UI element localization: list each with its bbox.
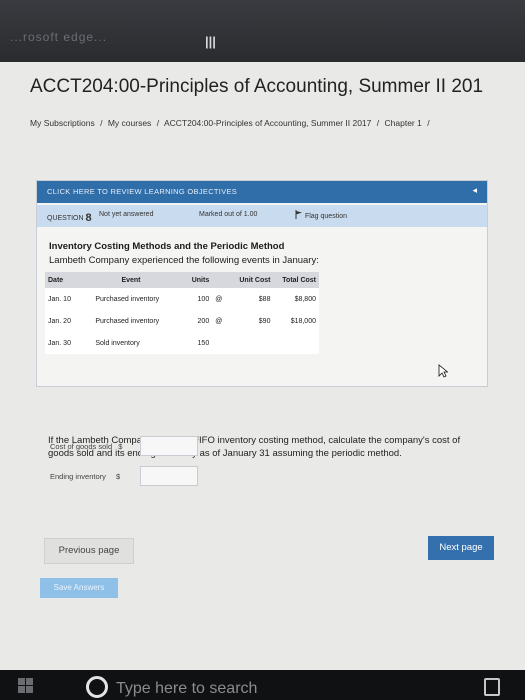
cell-unit-cost: $90 xyxy=(231,310,274,332)
breadcrumb-my-courses[interactable]: My courses xyxy=(108,118,151,128)
breadcrumb-separator: / xyxy=(100,118,103,128)
breadcrumb-separator: / xyxy=(427,118,430,128)
cell-event: Purchased inventory xyxy=(92,288,170,310)
cell-unit-cost: $88 xyxy=(231,288,274,310)
events-table: Date Event Units Unit Cost Total Cost Ja… xyxy=(45,272,319,354)
browser-top-bar: ...rosoft edge... ||| xyxy=(0,0,525,62)
taskbar-search[interactable]: Type here to search xyxy=(80,674,310,698)
cell-at xyxy=(212,332,232,354)
cogs-label: Cost of goods sold $ xyxy=(50,442,122,451)
breadcrumb-course[interactable]: ACCT204:00-Principles of Accounting, Sum… xyxy=(164,118,371,128)
cogs-input[interactable] xyxy=(140,436,198,456)
breadcrumb-my-subscriptions[interactable]: My Subscriptions xyxy=(30,118,95,128)
table-row: Jan. 10 Purchased inventory 100 @ $88 $8… xyxy=(45,288,319,310)
breadcrumb-chapter[interactable]: Chapter 1 xyxy=(385,118,422,128)
collapse-icon[interactable]: ◂ xyxy=(472,185,477,196)
table-header-row: Date Event Units Unit Cost Total Cost xyxy=(45,272,319,288)
cell-units: 200 xyxy=(169,310,213,332)
flag-question-button[interactable]: Flag question xyxy=(295,210,347,220)
cogs-label-text: Cost of goods sold xyxy=(50,442,113,451)
header-units: Units xyxy=(169,272,213,288)
cell-total-cost xyxy=(273,332,319,354)
header-event: Event xyxy=(92,272,170,288)
learning-objectives-link[interactable]: CLICK HERE TO REVIEW LEARNING OBJECTIVES xyxy=(47,187,237,196)
tray-icon[interactable] xyxy=(484,678,500,696)
flag-icon xyxy=(295,210,302,219)
next-page-button[interactable]: Next page xyxy=(428,536,494,560)
question-label-text: QUESTION xyxy=(47,215,84,222)
cell-units: 100 xyxy=(169,288,213,310)
cursor-icon xyxy=(438,364,448,378)
page-content: ACCT204:00-Principles of Accounting, Sum… xyxy=(0,62,525,670)
cell-at: @ xyxy=(212,288,232,310)
problem-title: Inventory Costing Methods and the Period… xyxy=(49,241,285,252)
cell-date: Jan. 20 xyxy=(45,310,93,332)
cell-total-cost: $8,800 xyxy=(273,288,319,310)
cell-unit-cost xyxy=(231,332,274,354)
flag-question-label: Flag question xyxy=(304,213,347,220)
currency-symbol: $ xyxy=(118,442,123,451)
cell-total-cost: $18,000 xyxy=(273,310,319,332)
menu-icon[interactable]: ||| xyxy=(205,34,216,49)
ending-inventory-label-text: Ending inventory xyxy=(50,472,106,481)
breadcrumb-separator: / xyxy=(156,118,160,128)
table-row: Jan. 20 Purchased inventory 200 @ $90 $1… xyxy=(45,310,319,332)
header-total-cost: Total Cost xyxy=(273,272,319,288)
save-answers-button[interactable]: Save Answers xyxy=(40,578,118,598)
header-spacer xyxy=(212,272,232,288)
breadcrumb: My Subscriptions / My courses / ACCT204:… xyxy=(30,118,433,128)
cell-units: 150 xyxy=(169,332,213,354)
question-number: 8 xyxy=(85,212,92,224)
previous-page-button[interactable]: Previous page xyxy=(44,538,134,564)
cell-event: Purchased inventory xyxy=(92,310,170,332)
currency-symbol: $ xyxy=(115,472,121,481)
ending-inventory-label: Ending inventory $ xyxy=(50,472,120,481)
header-date: Date xyxy=(45,272,93,288)
question-info-bar: QUESTION 8 Not yet answered Marked out o… xyxy=(37,205,487,227)
ending-inventory-input[interactable] xyxy=(140,466,198,486)
question-label: QUESTION 8 xyxy=(47,211,92,224)
blurred-tab-text: ...rosoft edge... xyxy=(10,30,108,44)
cell-date: Jan. 30 xyxy=(45,332,93,354)
problem-intro: Lambeth Company experienced the followin… xyxy=(49,255,319,266)
cell-at: @ xyxy=(212,310,232,332)
breadcrumb-separator: / xyxy=(376,118,380,128)
learning-objectives-bar[interactable]: CLICK HERE TO REVIEW LEARNING OBJECTIVES… xyxy=(37,181,487,203)
answer-status: Not yet answered xyxy=(99,211,154,218)
header-unit-cost: Unit Cost xyxy=(231,272,274,288)
taskbar-search-placeholder[interactable]: Type here to search xyxy=(116,680,257,698)
cell-date: Jan. 10 xyxy=(45,288,93,310)
table-row: Jan. 30 Sold inventory 150 xyxy=(45,332,319,354)
marked-out-of: Marked out of 1.00 xyxy=(199,211,258,218)
cell-event: Sold inventory xyxy=(92,332,170,354)
taskbar: Type here to search xyxy=(0,670,525,700)
windows-start-icon[interactable] xyxy=(18,678,34,694)
page-title: ACCT204:00-Principles of Accounting, Sum… xyxy=(30,76,484,97)
cortana-icon[interactable] xyxy=(86,676,108,698)
question-panel: CLICK HERE TO REVIEW LEARNING OBJECTIVES… xyxy=(36,180,488,387)
